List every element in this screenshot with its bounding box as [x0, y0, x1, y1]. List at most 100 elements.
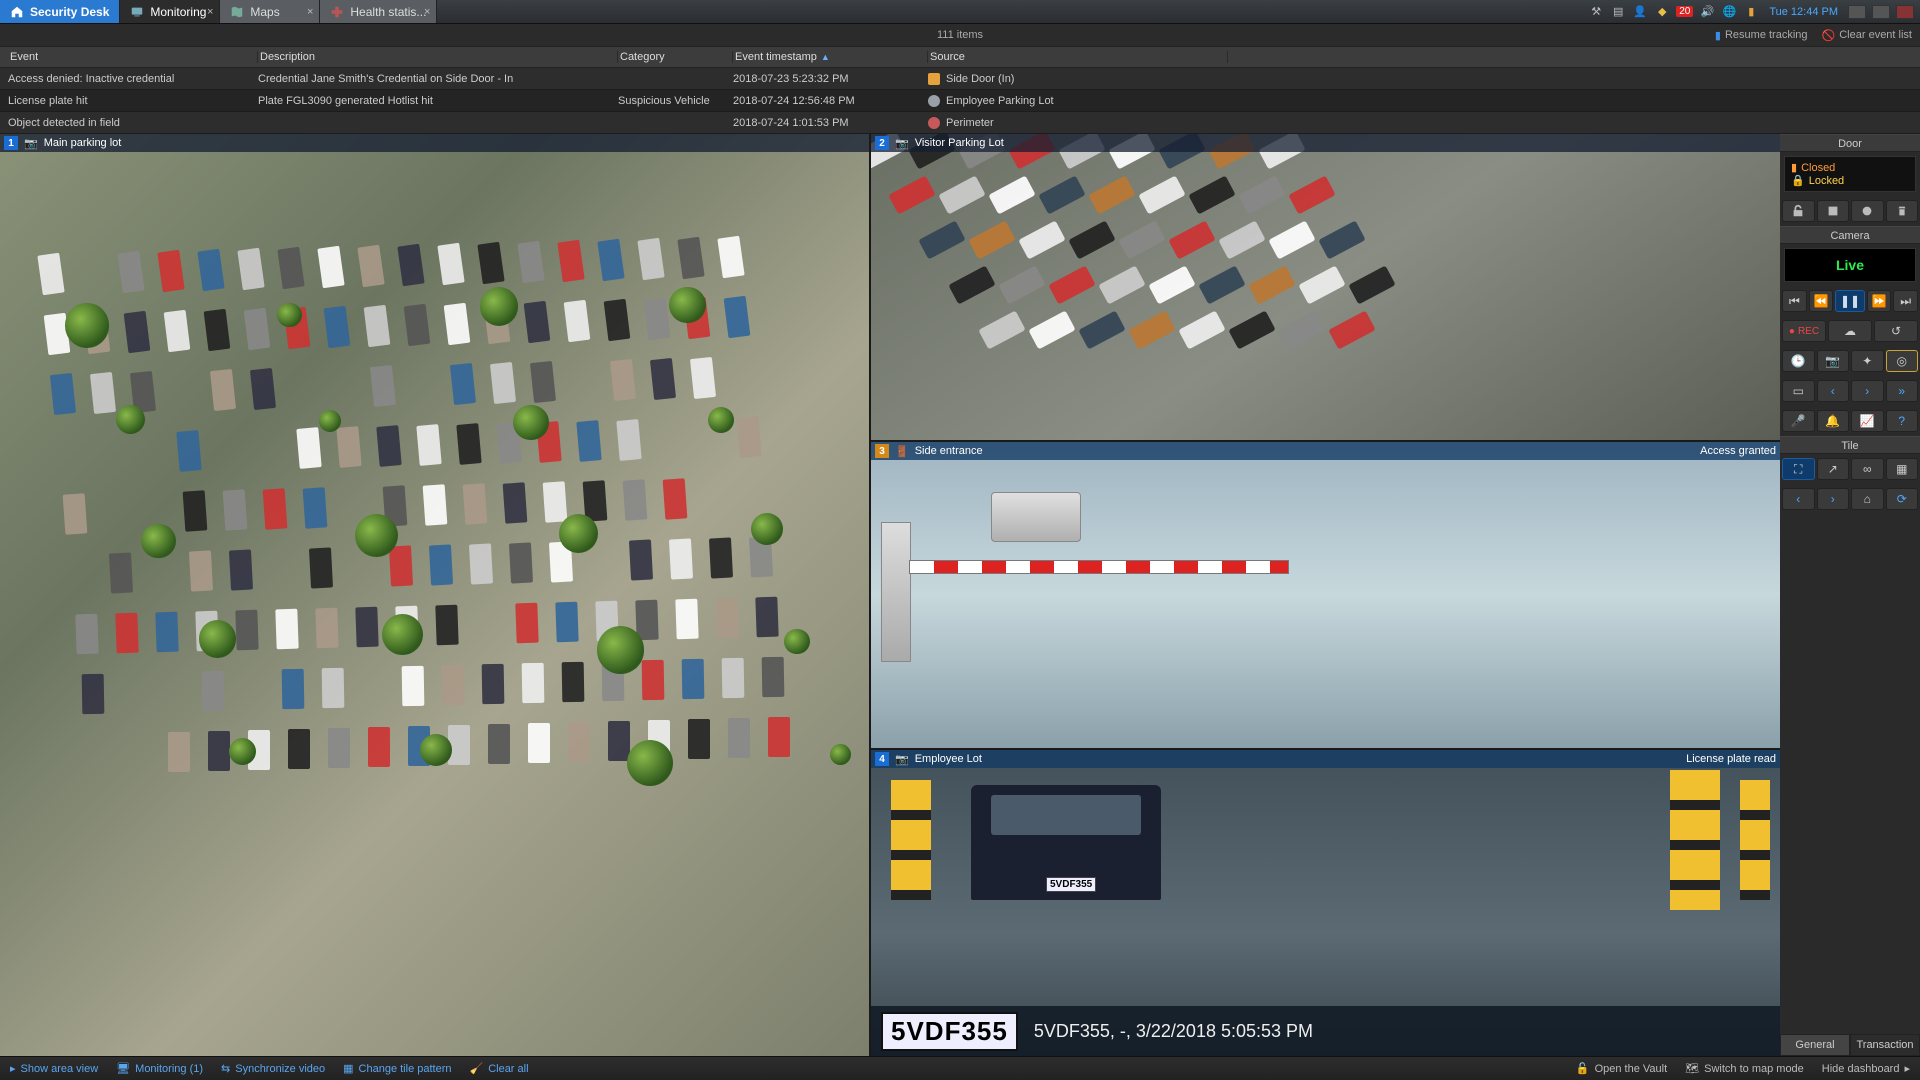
monitoring-task-button[interactable]: 🖥 Monitoring (1): [116, 1062, 203, 1075]
camera-icon: 📷: [895, 137, 909, 150]
close-icon[interactable]: ×: [307, 6, 313, 18]
popout-button[interactable]: ↗: [1817, 458, 1850, 480]
chart-button[interactable]: 📈: [1851, 410, 1884, 432]
close-window-button[interactable]: [1896, 5, 1914, 19]
tab-maps[interactable]: Maps ×: [220, 0, 320, 23]
bookmark-button[interactable]: ☁: [1828, 320, 1872, 342]
open-vault-button[interactable]: 🔓 Open the Vault: [1576, 1062, 1667, 1075]
minimize-button[interactable]: [1848, 5, 1866, 19]
close-icon[interactable]: ×: [424, 6, 430, 18]
plate-info: 5VDF355, -, 3/22/2018 5:05:53 PM: [1034, 1021, 1313, 1042]
tab-home[interactable]: Security Desk: [0, 0, 120, 23]
switch-map-mode-button[interactable]: 🗺 Switch to map mode: [1685, 1062, 1804, 1075]
video-tile-visitor-parking[interactable]: 2 📷 Visitor Parking Lot: [869, 134, 1780, 440]
change-tile-pattern-button[interactable]: ▦ Change tile pattern: [343, 1062, 451, 1075]
prev-cam-button[interactable]: ‹: [1817, 380, 1850, 402]
col-description[interactable]: Description: [258, 51, 618, 63]
resume-tracking-button[interactable]: ▮Resume tracking: [1715, 29, 1808, 42]
delete-button[interactable]: [1886, 200, 1919, 222]
forward-button[interactable]: ⏩: [1867, 290, 1892, 312]
user-icon[interactable]: 👤: [1632, 4, 1648, 20]
fullscreen-button[interactable]: ⛶: [1782, 458, 1815, 480]
sort-asc-icon: ▲: [821, 52, 830, 62]
video-tile-employee-lot[interactable]: 4 📷 Employee Lot License plate read 5V: [869, 748, 1780, 1056]
skip-forward-button[interactable]: ⏭: [1893, 290, 1918, 312]
video-feed: [871, 442, 1780, 748]
clear-all-button[interactable]: 🧹 Clear all: [469, 1062, 528, 1075]
tab-maps-label: Maps: [250, 5, 279, 19]
monitor-icon: [130, 5, 144, 19]
clear-event-list-button[interactable]: 🚫Clear event list: [1822, 29, 1912, 42]
map-icon: [230, 5, 244, 19]
side-panel: Door ▮Closed 🔒Locked Camera Live ⏮ ⏪ ❚❚ …: [1780, 134, 1920, 1056]
screen-icon[interactable]: ▤: [1610, 4, 1626, 20]
aspect-button[interactable]: ▭: [1782, 380, 1815, 402]
plate-image: 5VDF355: [881, 1012, 1018, 1051]
tab-monitoring[interactable]: Monitoring ×: [120, 0, 220, 23]
skip-back-button[interactable]: ⏮: [1782, 290, 1807, 312]
system-tray: ⚒ ▤ 👤 ◆ 20 🔊 🌐 ▮ Tue 12:44 PM: [1582, 0, 1920, 23]
rewind-button[interactable]: ⏪: [1809, 290, 1834, 312]
tile-label: Side entrance: [915, 445, 983, 457]
door-section-title: Door: [1780, 134, 1920, 152]
notification-badge[interactable]: 20: [1676, 6, 1693, 17]
tile-label: Visitor Parking Lot: [915, 137, 1004, 149]
alarm-button[interactable]: 🔔: [1817, 410, 1850, 432]
home-button[interactable]: ⌂: [1851, 488, 1884, 510]
nav-back-button[interactable]: ‹: [1782, 488, 1815, 510]
col-category[interactable]: Category: [618, 51, 733, 63]
volume-icon[interactable]: 🔊: [1699, 4, 1715, 20]
record-button[interactable]: ● REC: [1782, 320, 1826, 342]
nav-forward-button[interactable]: ›: [1817, 488, 1850, 510]
door-icon: [928, 73, 940, 85]
col-timestamp[interactable]: Event timestamp▲: [733, 51, 928, 63]
tab-health[interactable]: Health statis... ×: [320, 0, 437, 23]
event-row[interactable]: Access denied: Inactive credential Crede…: [0, 68, 1920, 90]
tile-label: Employee Lot: [915, 753, 982, 765]
event-row[interactable]: License plate hit Plate FGL3090 generate…: [0, 90, 1920, 112]
show-area-view-button[interactable]: ▸ Show area view: [10, 1062, 98, 1075]
loop-button[interactable]: ↺: [1874, 320, 1918, 342]
camera-icon: [928, 95, 940, 107]
tab-monitoring-label: Monitoring: [150, 5, 206, 19]
hide-dashboard-button[interactable]: Hide dashboard ▸: [1822, 1062, 1910, 1075]
shunt-button[interactable]: [1817, 200, 1850, 222]
col-source[interactable]: Source: [928, 51, 1228, 63]
focus-button[interactable]: ◎: [1886, 350, 1919, 372]
refresh-button[interactable]: ⟳: [1886, 488, 1919, 510]
event-count: 111 items: [937, 29, 983, 41]
camera-section-title: Camera: [1780, 226, 1920, 244]
tab-home-label: Security Desk: [30, 5, 109, 19]
shield-icon[interactable]: ◆: [1654, 4, 1670, 20]
override-button[interactable]: [1851, 200, 1884, 222]
live-indicator: Live: [1784, 248, 1916, 282]
more-cam-button[interactable]: »: [1886, 380, 1919, 402]
event-list-panel: 111 items ▮Resume tracking 🚫Clear event …: [0, 24, 1920, 134]
sync-video-button[interactable]: ⇆ Synchronize video: [221, 1062, 325, 1075]
snapshot-button[interactable]: 📷: [1817, 350, 1850, 372]
video-tile-side-entrance[interactable]: 3 🚪 Side entrance Access granted: [869, 440, 1780, 748]
camera-icon: 📷: [895, 753, 909, 766]
mic-button[interactable]: 🎤: [1782, 410, 1815, 432]
video-tile-main-parking[interactable]: 1 📷 Main parking lot /*generated below*/: [0, 134, 869, 1056]
plate-status: License plate read: [1686, 753, 1776, 765]
pause-button[interactable]: ❚❚: [1835, 290, 1864, 312]
tab-transaction[interactable]: Transaction: [1850, 1034, 1920, 1056]
tool-icon[interactable]: ⚒: [1588, 4, 1604, 20]
next-cam-button[interactable]: ›: [1851, 380, 1884, 402]
link-button[interactable]: ∞: [1851, 458, 1884, 480]
video-feed: 5VDF355 5VDF355 5VDF355, -, 3/22/2018 5:…: [871, 750, 1780, 1056]
help-button[interactable]: ?: [1886, 410, 1919, 432]
globe-icon[interactable]: 🌐: [1721, 4, 1737, 20]
grid-button[interactable]: ▦: [1886, 458, 1919, 480]
clock-button[interactable]: 🕒: [1782, 350, 1815, 372]
ptz-button[interactable]: ✦: [1851, 350, 1884, 372]
unlock-button[interactable]: [1782, 200, 1815, 222]
tile-section-title: Tile: [1780, 436, 1920, 454]
tab-general[interactable]: General: [1780, 1034, 1850, 1056]
maximize-button[interactable]: [1872, 5, 1890, 19]
col-event[interactable]: Event: [8, 51, 258, 63]
event-row[interactable]: Object detected in field 2018-07-24 1:01…: [0, 112, 1920, 134]
close-icon[interactable]: ×: [207, 6, 213, 18]
signal-icon[interactable]: ▮: [1743, 4, 1759, 20]
